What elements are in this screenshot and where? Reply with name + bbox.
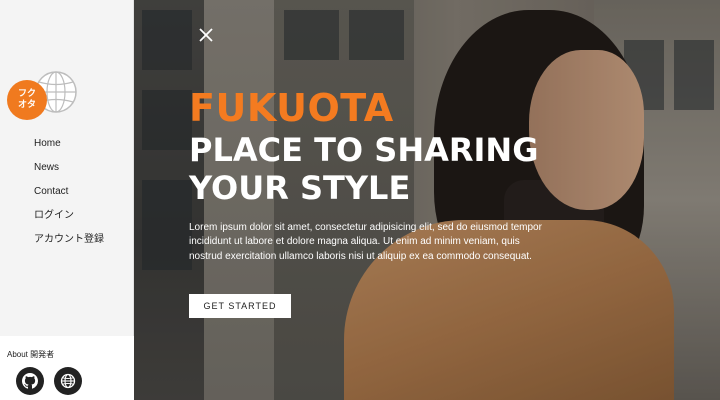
nav-item-contact[interactable]: Contact: [34, 186, 104, 210]
nav-item-label[interactable]: Contact: [34, 186, 68, 197]
nav-item-register[interactable]: アカウント登録: [34, 234, 104, 258]
hero-title: FUKUOTA: [189, 86, 394, 130]
nav-item-home[interactable]: Home: [34, 138, 104, 162]
nav-item-label[interactable]: アカウント登録: [34, 234, 104, 245]
nav-item-news[interactable]: News: [34, 162, 104, 186]
website-link[interactable]: [54, 367, 82, 395]
hero-headline: PLACE TO SHARING YOUR STYLE: [189, 131, 539, 207]
logo-text-line2: オタ: [17, 100, 36, 110]
github-link[interactable]: [16, 367, 44, 395]
logo-text-line1: フク: [17, 89, 36, 99]
logo-badge: フク オタ: [7, 80, 47, 120]
sidebar-footer: About 開発者: [0, 336, 134, 400]
nav-item-label[interactable]: Home: [34, 138, 61, 149]
nav-item-label[interactable]: ログイン: [34, 210, 74, 221]
about-label: About 開発者: [7, 350, 55, 359]
github-icon: [22, 373, 38, 389]
nav-item-login[interactable]: ログイン: [34, 210, 104, 234]
globe-icon: [60, 373, 76, 389]
get-started-button[interactable]: GET STARTED: [189, 294, 291, 318]
hero-section: FUKUOTA PLACE TO SHARING YOUR STYLE Lore…: [134, 0, 720, 400]
hero-description: Lorem ipsum dolor sit amet, consectetur …: [189, 222, 542, 262]
close-icon[interactable]: [197, 26, 215, 44]
sidebar-nav: Home News Contact ログイン アカウント登録: [34, 138, 104, 258]
nav-item-label[interactable]: News: [34, 162, 59, 173]
logo[interactable]: フク オタ: [7, 70, 77, 120]
sidebar: フク オタ Home News Contact ログイン アカウント登録 Abo…: [0, 0, 134, 400]
